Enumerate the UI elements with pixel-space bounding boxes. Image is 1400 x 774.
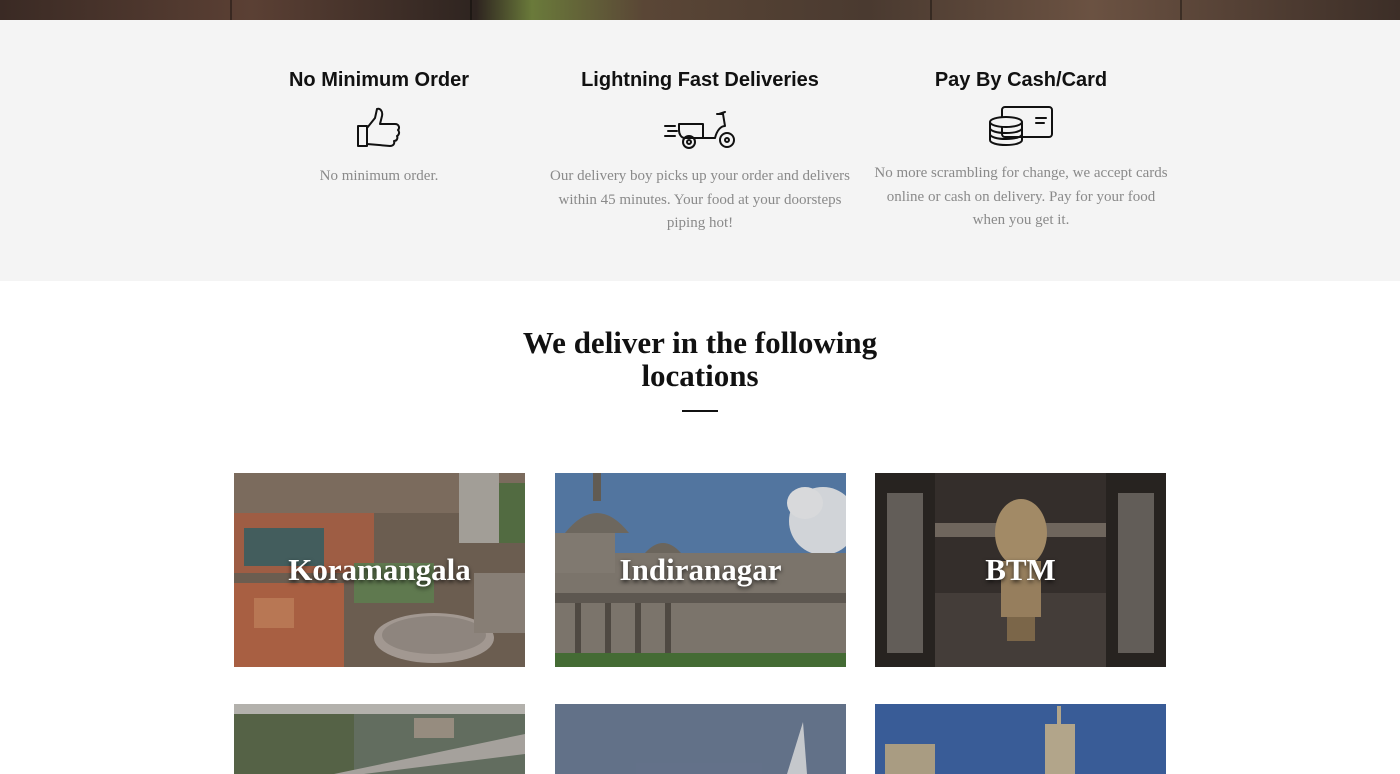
- location-image-6: [875, 704, 1166, 774]
- cash-card-icon: [988, 104, 1054, 151]
- location-tile-4[interactable]: [234, 704, 525, 774]
- feature-description: No more scrambling for change, we accept…: [874, 165, 1168, 228]
- location-label[interactable]: Koramangala: [234, 473, 525, 667]
- location-tile-5[interactable]: [555, 704, 846, 774]
- heading-divider: [682, 410, 718, 412]
- thumbs-up-icon: [355, 106, 403, 155]
- features-section: No Minimum Order No minimum order. Light…: [0, 20, 1400, 281]
- location-image-5: [555, 704, 846, 774]
- location-tile-indiranagar[interactable]: Indiranagar: [555, 473, 846, 667]
- location-tile-6[interactable]: [875, 704, 1166, 774]
- location-tile-btm[interactable]: BTM: [875, 473, 1166, 667]
- feature-description: No minimum order.: [319, 168, 439, 184]
- location-label[interactable]: BTM: [875, 473, 1166, 667]
- hero-image-strip: [0, 0, 1400, 20]
- location-tile-koramangala[interactable]: Koramangala: [234, 473, 525, 667]
- feature-title: Pay By Cash/Card: [934, 69, 1108, 91]
- feature-title: No Minimum Order: [288, 69, 469, 91]
- feature-description: Our delivery boy picks up your order and…: [550, 168, 850, 231]
- feature-title: Lightning Fast Deliveries: [581, 69, 819, 91]
- location-image-4: [234, 704, 525, 774]
- delivery-scooter-icon: [663, 106, 737, 155]
- location-label[interactable]: Indiranagar: [555, 473, 846, 667]
- locations-heading: We deliver in the following locations: [522, 325, 878, 393]
